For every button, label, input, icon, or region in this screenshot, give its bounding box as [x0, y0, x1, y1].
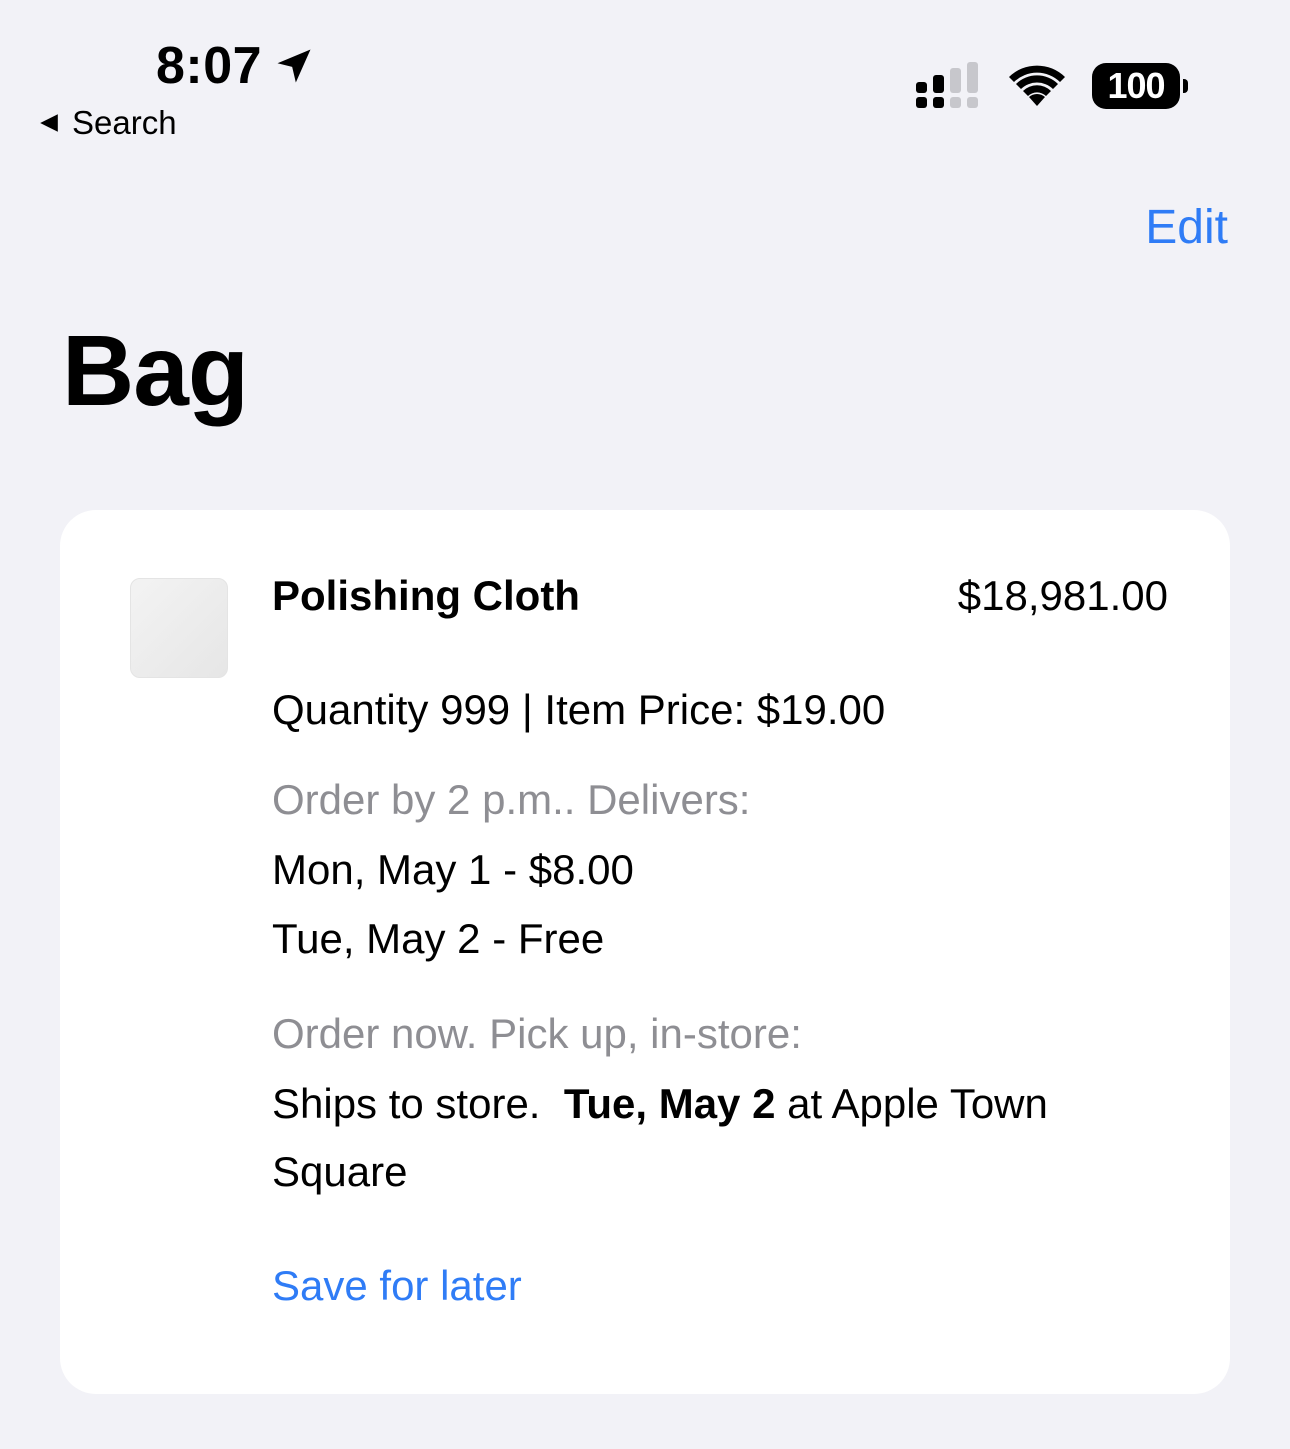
delivery-heading: Order by 2 p.m.. Delivers: [272, 776, 751, 823]
back-to-search-link[interactable]: Search [38, 104, 177, 142]
status-indicators: 100 [914, 62, 1188, 110]
product-total-price: $18,981.00 [957, 572, 1168, 619]
pickup-date: Tue, May 2 [563, 1080, 776, 1127]
battery-icon: 100 [1092, 63, 1188, 109]
back-triangle-icon [40, 114, 58, 132]
cellular-signal-icon [916, 62, 978, 108]
delivery-option: Tue, May 2 - Free [272, 915, 605, 962]
page-title: Bag [62, 315, 249, 427]
bag-screen: 8:07 Search 100 Edit Bag Polishing Cloth… [0, 0, 1290, 1449]
save-for-later-link[interactable]: Save for later [272, 1262, 522, 1310]
pickup-store-continued: Square [272, 1148, 408, 1195]
location-arrow-icon [277, 49, 311, 83]
time-text: 8:07 [156, 37, 263, 95]
product-name[interactable]: Polishing Cloth [272, 572, 580, 620]
product-thumbnail[interactable] [130, 578, 228, 678]
back-label: Search [72, 104, 177, 141]
bag-item-card: Polishing Cloth $18,981.00 Quantity 999 … [60, 510, 1230, 1394]
quantity-and-unit-price[interactable]: Quantity 999 | Item Price: $19.00 [272, 686, 885, 734]
pickup-details: Ships to store. Tue, May 2 at Apple Town [272, 1080, 1048, 1128]
edit-button[interactable]: Edit [1145, 200, 1228, 255]
battery-level: 100 [1107, 65, 1165, 106]
delivery-option: Mon, May 1 - $8.00 [272, 846, 634, 893]
wifi-icon [1009, 65, 1065, 106]
pickup-heading: Order now. Pick up, in-store: [272, 1010, 802, 1057]
status-time: 8:07 [156, 36, 316, 96]
pickup-prefix: Ships to store. [272, 1080, 541, 1127]
pickup-store: at Apple Town [787, 1080, 1048, 1127]
